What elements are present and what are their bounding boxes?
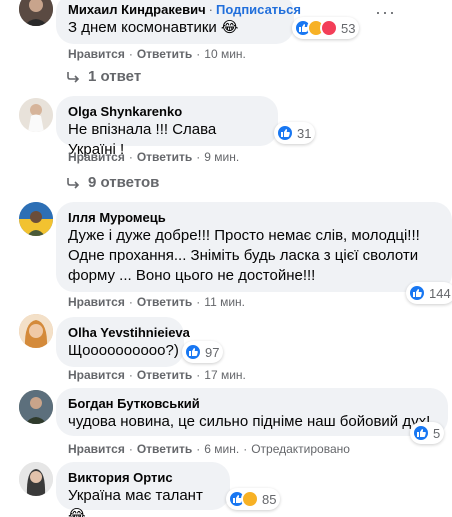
comment-bubble: Olha Yevstihnieieva Щоооооооооо?) [56, 317, 190, 367]
avatar[interactable] [19, 314, 53, 348]
subscribe-link[interactable]: Подписаться [216, 2, 301, 17]
timestamp[interactable]: 6 мин. [204, 442, 239, 456]
comment-actions: Нравится · Ответить · 11 мин. [68, 295, 245, 309]
timestamp[interactable]: 11 мин. [204, 295, 245, 309]
reactions-summary[interactable]: 97 [182, 341, 224, 363]
comment-text: чудова новина, це сильно підніме наш бой… [68, 413, 431, 430]
comment-bubble: Виктория Ортис Україна має талант 😂 [56, 462, 230, 517]
reaction-count: 97 [205, 344, 220, 360]
comment-bubble: Михаил Киндракевич · Подписаться З днем ко… [56, 0, 301, 44]
comment-text: З днем космонавтики 😂 [68, 19, 239, 36]
like-button[interactable]: Нравится [68, 47, 125, 61]
author-name[interactable]: Olha Yevstihnieieva [68, 324, 190, 341]
like-button[interactable]: Нравится [68, 295, 125, 309]
reply-arrow-icon [67, 177, 80, 189]
comment-bubble: Ілля Муромець Дуже і дуже добре!!! Прост… [56, 202, 452, 292]
view-replies-button[interactable]: 1 ответ [66, 68, 141, 85]
reply-button[interactable]: Ответить [137, 368, 192, 382]
love-icon [320, 19, 338, 37]
avatar[interactable] [19, 202, 53, 236]
reply-button[interactable]: Ответить [137, 442, 192, 456]
reply-button[interactable]: Ответить [137, 150, 192, 164]
reaction-count: 5 [433, 425, 441, 441]
comment-bubble: Богдан Бутковський чудова новина, це сил… [56, 388, 448, 436]
comment-3: Ілля Муромець Дуже і дуже добре!!! Прост… [0, 200, 452, 310]
replies-label: 9 ответов [88, 174, 160, 191]
like-button[interactable]: Нравится [68, 150, 125, 164]
comment-1: Михаил Киндракевич · Подписаться З днем ко… [0, 0, 452, 90]
timestamp[interactable]: 9 мин. [204, 150, 239, 164]
author-name[interactable]: Богдан Бутковський [68, 395, 436, 412]
comment-2: Olga Shynkarenko Не впізнала !!! Слава У… [0, 92, 452, 191]
reactions-summary[interactable]: 5 [410, 422, 445, 444]
comment-text-line: форму ... Воно цього не достойне!!! [68, 267, 316, 284]
timestamp[interactable]: 17 мин. [204, 368, 246, 382]
comment-text: Щоооооооооо?) [68, 342, 179, 359]
comment-text-line: Дуже і дуже добре!!! Просто немає слів, … [68, 227, 420, 244]
author-name[interactable]: Михаил Киндракевич [68, 2, 206, 17]
reply-arrow-icon [67, 71, 80, 83]
author-name[interactable]: Ілля Муромець [68, 209, 440, 226]
reactions-summary[interactable]: 31 [274, 122, 316, 144]
like-button[interactable]: Нравится [68, 442, 125, 456]
like-icon [412, 424, 430, 442]
comment-text-line: Одне прохання... Зніміть будь ласка з ці… [68, 247, 419, 264]
reply-button[interactable]: Ответить [137, 295, 192, 309]
comment-4: Olha Yevstihnieieva Щоооооооооо?) 97 Нра… [0, 312, 452, 382]
avatar[interactable] [19, 0, 53, 26]
comment-text: Україна має талант 😂 [68, 487, 203, 517]
reactions-summary[interactable]: 53 [292, 17, 360, 39]
timestamp[interactable]: 10 мин. [204, 47, 246, 61]
like-icon [408, 284, 426, 302]
avatar[interactable] [19, 98, 53, 132]
comment-actions: Нравится · Ответить · 17 мин. [68, 368, 246, 382]
comment-actions: Нравится · Ответить · 10 мин. [68, 47, 246, 61]
avatar[interactable] [19, 462, 53, 496]
more-options-icon[interactable]: ··· [375, 2, 396, 23]
edited-label: Отредактировано [251, 442, 350, 456]
like-button[interactable]: Нравится [68, 368, 125, 382]
view-replies-button[interactable]: 9 ответов [66, 174, 159, 191]
comment-actions: Нравится · Ответить · 6 мин. · Отредактировано [68, 442, 350, 456]
like-icon [276, 124, 294, 142]
separator-dot: · [208, 2, 213, 17]
comment-bubble: Olga Shynkarenko Не впізнала !!! Слава У… [56, 96, 278, 158]
author-name[interactable]: Виктория Ортис [68, 469, 218, 486]
reactions-summary[interactable]: 144 [406, 282, 452, 304]
like-icon [184, 343, 202, 361]
avatar[interactable] [19, 390, 53, 424]
comment-5: Богдан Бутковський чудова новина, це сил… [0, 386, 452, 456]
comment-6: Виктория Ортис Україна має талант 😂 85 [0, 460, 452, 517]
reply-button[interactable]: Ответить [137, 47, 192, 61]
reaction-count: 85 [262, 491, 277, 507]
haha-icon [241, 490, 259, 508]
author-name[interactable]: Olga Shynkarenko [68, 103, 266, 120]
replies-label: 1 ответ [88, 68, 142, 85]
reaction-count: 31 [297, 125, 312, 141]
comment-actions: Нравится · Ответить · 9 мин. [68, 150, 240, 164]
reactions-summary[interactable]: 85 [226, 488, 281, 510]
reaction-count: 144 [429, 285, 451, 301]
reaction-count: 53 [341, 20, 356, 36]
